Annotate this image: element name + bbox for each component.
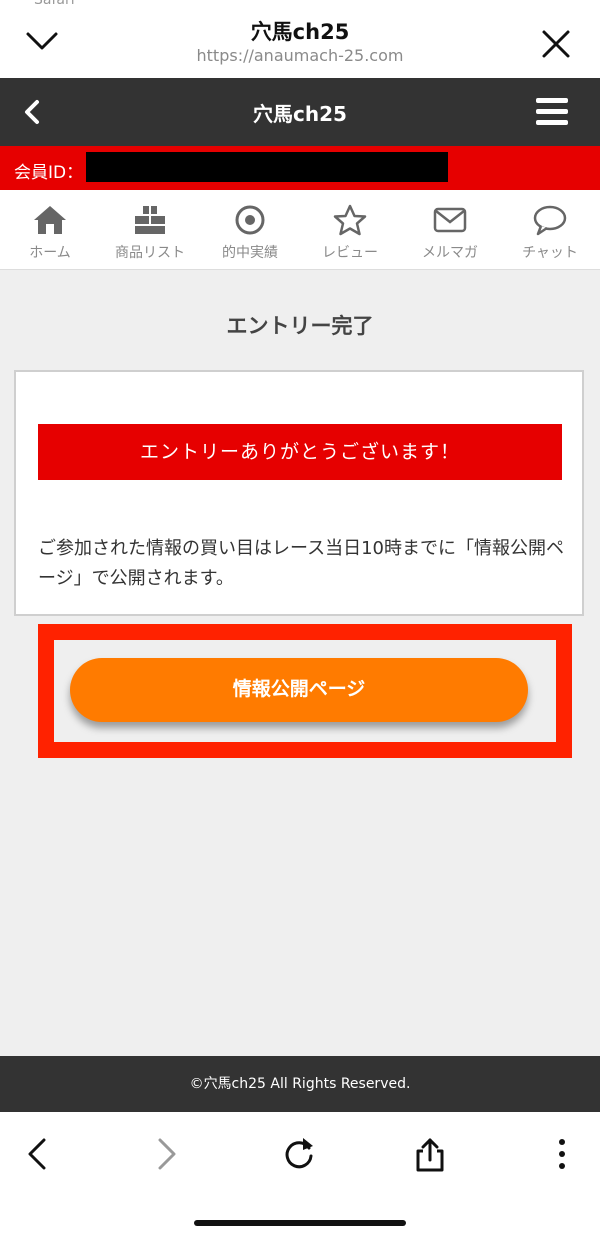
page-title: エントリー完了: [226, 314, 374, 338]
home-icon: [34, 206, 66, 234]
member-bar: 会員ID：: [0, 146, 600, 190]
nav-item-newsletter[interactable]: メルマガ: [400, 190, 500, 269]
browser-top-bar: Safari 穴馬ch25 https://anaumach-25.com: [0, 0, 600, 78]
nav-item-reviews[interactable]: レビュー: [300, 190, 400, 269]
nav-label-newsletter: メルマガ: [422, 245, 478, 261]
reload-icon[interactable]: [279, 1134, 319, 1174]
category-nav: ホーム 商品リスト 的中実績 レビュー メルマガ チャット: [0, 190, 600, 270]
nav-item-chat[interactable]: チャット: [500, 190, 600, 269]
browser-toolbar: [0, 1112, 600, 1236]
browser-url[interactable]: https://anaumach-25.com: [0, 46, 600, 65]
nav-item-results[interactable]: 的中実績: [200, 190, 300, 269]
boxes-icon: [135, 206, 165, 234]
member-id-redacted: [86, 152, 448, 182]
chat-icon: [533, 205, 567, 236]
more-vertical-icon[interactable]: [542, 1134, 582, 1174]
nav-label-reviews: レビュー: [322, 245, 378, 261]
site-title: 穴馬ch25: [253, 102, 347, 126]
star-icon: [333, 204, 367, 236]
hamburger-menu-icon[interactable]: [536, 98, 568, 126]
nav-item-home[interactable]: ホーム: [0, 190, 100, 269]
entry-card: エントリーありがとうございます！ ご参加された情報の買い目はレース当日10時まで…: [14, 370, 584, 616]
nav-label-home: ホーム: [29, 245, 71, 261]
entry-message: ご参加された情報の買い目はレース当日10時までに「情報公開ページ」で公開されます…: [38, 538, 565, 589]
back-icon[interactable]: [18, 1134, 58, 1174]
thanks-banner: エントリーありがとうございます！: [38, 424, 562, 480]
forward-icon[interactable]: [146, 1134, 186, 1174]
browser-title: 穴馬ch25: [250, 20, 350, 44]
close-icon[interactable]: [538, 26, 574, 62]
target-icon: [235, 205, 265, 235]
site-footer: ©穴馬ch25 All Rights Reserved.: [0, 1056, 600, 1112]
nav-item-products[interactable]: 商品リスト: [100, 190, 200, 269]
nav-label-products: 商品リスト: [115, 245, 185, 261]
status-fragment: Safari: [34, 0, 75, 8]
member-id-label: 会員ID：: [14, 163, 84, 183]
home-indicator: [194, 1220, 406, 1226]
site-header: 穴馬ch25: [0, 78, 600, 146]
nav-label-results: 的中実績: [222, 245, 278, 261]
info-page-button[interactable]: 情報公開ページ: [70, 658, 528, 722]
mail-icon: [433, 207, 467, 233]
nav-label-chat: チャット: [522, 245, 578, 261]
share-icon[interactable]: [410, 1134, 450, 1174]
